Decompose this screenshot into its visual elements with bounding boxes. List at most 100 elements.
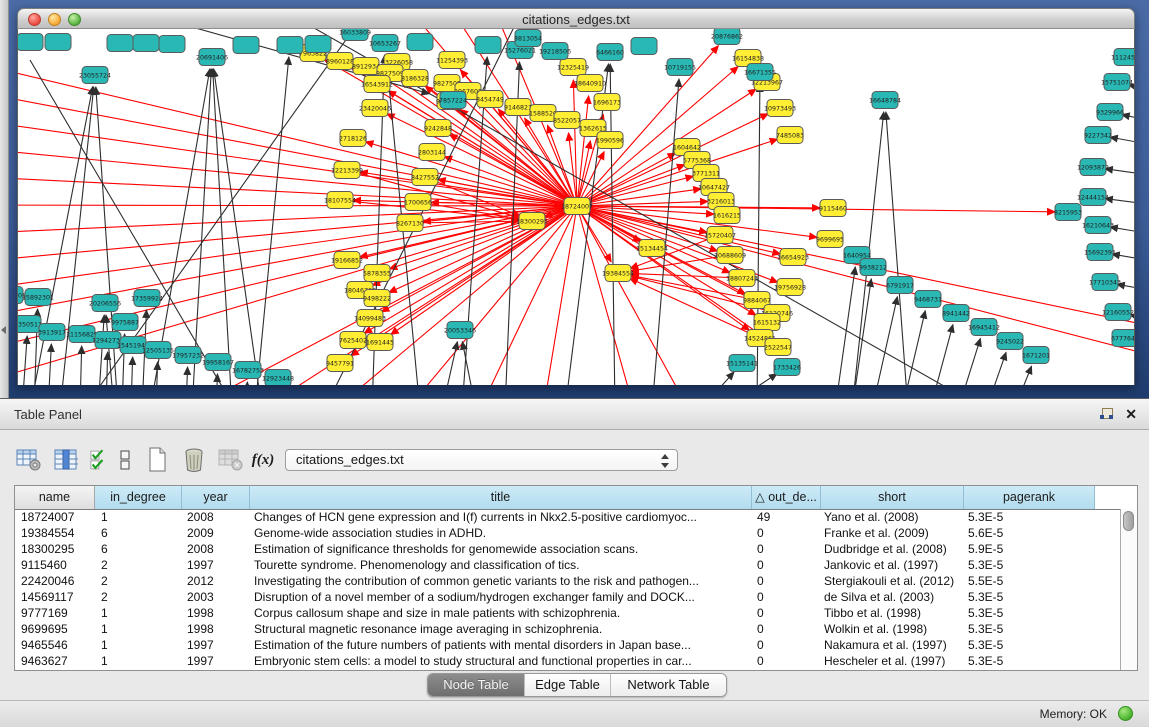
network-node[interactable]: 9699695 (816, 231, 844, 248)
cell[interactable]: 1 (95, 509, 182, 525)
network-node[interactable]: 16648784 (869, 92, 901, 109)
cell[interactable]: 0 (752, 621, 821, 637)
cell[interactable]: 18300295 (15, 541, 95, 557)
cell[interactable]: 0 (752, 637, 821, 653)
table-row[interactable]: 946554611997Estimation of the future num… (15, 637, 1121, 653)
network-node[interactable]: 18640910 (574, 75, 606, 92)
network-node[interactable]: 9468731 (914, 291, 942, 308)
cell[interactable]: 2 (95, 589, 182, 605)
cell[interactable]: 0 (752, 589, 821, 605)
network-node[interactable]: 12213399 (331, 162, 363, 179)
cell[interactable]: 9465546 (15, 637, 95, 653)
network-node[interactable]: 8941442 (942, 305, 970, 322)
cell[interactable]: 6 (95, 541, 182, 557)
network-node[interactable]: 14099483 (354, 310, 386, 327)
network-node[interactable]: 15134454 (636, 240, 668, 257)
network-node[interactable]: 3913917 (38, 324, 66, 341)
cell[interactable]: 0 (752, 525, 821, 541)
cell[interactable]: 22420046 (15, 573, 95, 589)
cell[interactable]: 2003 (182, 589, 250, 605)
network-node[interactable]: 20206556 (89, 295, 121, 312)
cell[interactable]: 5.3E-5 (964, 589, 1095, 605)
network-node[interactable]: 17957232 (172, 347, 204, 364)
memory-indicator[interactable] (1118, 706, 1133, 721)
cell[interactable]: 2008 (182, 509, 250, 525)
network-node[interactable]: 15720407 (704, 227, 736, 244)
network-node[interactable]: 9457791 (326, 355, 354, 372)
cell[interactable]: 5.3E-5 (964, 653, 1095, 669)
network-node[interactable]: 10688609 (714, 247, 746, 264)
network-node[interactable]: 8960128 (326, 53, 354, 70)
network-node[interactable]: 10719155 (664, 59, 696, 76)
cell[interactable]: 14569117 (15, 589, 95, 605)
network-node[interactable]: 16671355 (744, 64, 776, 81)
cell[interactable]: 9115460 (15, 557, 95, 573)
network-node[interactable]: 8454749 (476, 91, 504, 108)
close-panel-icon[interactable]: ✕ (1125, 405, 1137, 423)
cell[interactable]: 1997 (182, 653, 250, 669)
network-node[interactable]: 19958167 (202, 354, 234, 371)
network-node[interactable] (305, 36, 331, 53)
clear-selection-icon[interactable] (117, 447, 133, 473)
network-node[interactable]: 20876862 (711, 29, 743, 45)
network-node[interactable]: 1990596 (596, 132, 624, 149)
cell[interactable]: 49 (752, 509, 821, 525)
network-node[interactable]: 19384554 (602, 265, 634, 282)
network-node[interactable]: 18724007 (561, 198, 593, 215)
network-node[interactable]: 10973493 (764, 100, 796, 117)
network-node[interactable]: 12325419 (557, 59, 589, 76)
network-node[interactable]: 9498222 (363, 290, 391, 307)
table-row[interactable]: 969969511998Structural magnetic resonanc… (15, 621, 1121, 637)
column-header-short[interactable]: short (821, 486, 964, 509)
network-node[interactable]: 1691445 (366, 334, 394, 351)
table-row[interactable]: 977716911998Corpus callosum shape and si… (15, 605, 1121, 621)
network-node[interactable]: 19756928 (774, 279, 806, 296)
network-node[interactable]: 2718126 (339, 130, 367, 147)
network-canvas[interactable]: 7963822896012889129342322605898275091654… (17, 29, 1135, 385)
network-node[interactable]: 7625402 (339, 332, 367, 349)
cell[interactable]: 9777169 (15, 605, 95, 621)
float-panel-icon[interactable] (1100, 408, 1113, 421)
network-node[interactable]: 12505135 (142, 342, 174, 359)
network-node[interactable]: 20053346 (444, 322, 476, 339)
network-node[interactable]: 15751074 (1101, 74, 1133, 91)
cell[interactable]: 1 (95, 621, 182, 637)
cell[interactable]: 2008 (182, 541, 250, 557)
network-node[interactable]: 7485083 (776, 127, 804, 144)
left-splitter[interactable] (0, 0, 9, 398)
cell[interactable]: Tibbo et al. (1998) (821, 605, 964, 621)
network-node[interactable]: 18107554 (324, 192, 356, 209)
network-node[interactable]: 9146821 (504, 99, 532, 116)
table-row[interactable]: 946362711997Embryonic stem cells: a mode… (15, 653, 1121, 669)
network-node[interactable] (45, 34, 71, 51)
collapse-arrow-icon[interactable] (1, 326, 6, 334)
new-column-icon[interactable] (144, 447, 170, 473)
network-node[interactable] (133, 35, 159, 52)
cell[interactable]: Yano et al. (2008) (821, 509, 964, 525)
select-all-icon[interactable] (90, 447, 106, 473)
network-node[interactable]: 23420046 (359, 100, 391, 117)
network-node[interactable]: 1700656 (404, 194, 432, 211)
tab-node-table[interactable]: Node Table (428, 674, 524, 696)
network-node[interactable]: 12923448 (262, 370, 294, 386)
cell[interactable]: 5.3E-5 (964, 605, 1095, 621)
cell[interactable]: Stergiakouli et al. (2012) (821, 573, 964, 589)
network-node[interactable] (18, 34, 43, 51)
column-header-pagerank[interactable]: pagerank (964, 486, 1095, 509)
cell[interactable]: 1 (95, 605, 182, 621)
network-node[interactable] (475, 37, 501, 54)
cell[interactable]: Structural magnetic resonance image aver… (250, 621, 752, 637)
network-node[interactable] (107, 35, 133, 52)
cell[interactable]: 9699695 (15, 621, 95, 637)
cell[interactable]: 19384554 (15, 525, 95, 541)
cell[interactable]: 0 (752, 573, 821, 589)
network-node[interactable]: 9227342 (1084, 127, 1112, 144)
network-node[interactable]: 16210643 (1082, 217, 1114, 234)
cell[interactable]: 5.3E-5 (964, 557, 1095, 573)
column-header-title[interactable]: title (250, 486, 752, 509)
cell[interactable]: Investigating the contribution of common… (250, 573, 752, 589)
network-node[interactable]: 5878355 (363, 265, 391, 282)
network-node[interactable]: 23055724 (79, 67, 111, 84)
cell[interactable]: 5.3E-5 (964, 509, 1095, 525)
network-node[interactable] (159, 36, 185, 53)
